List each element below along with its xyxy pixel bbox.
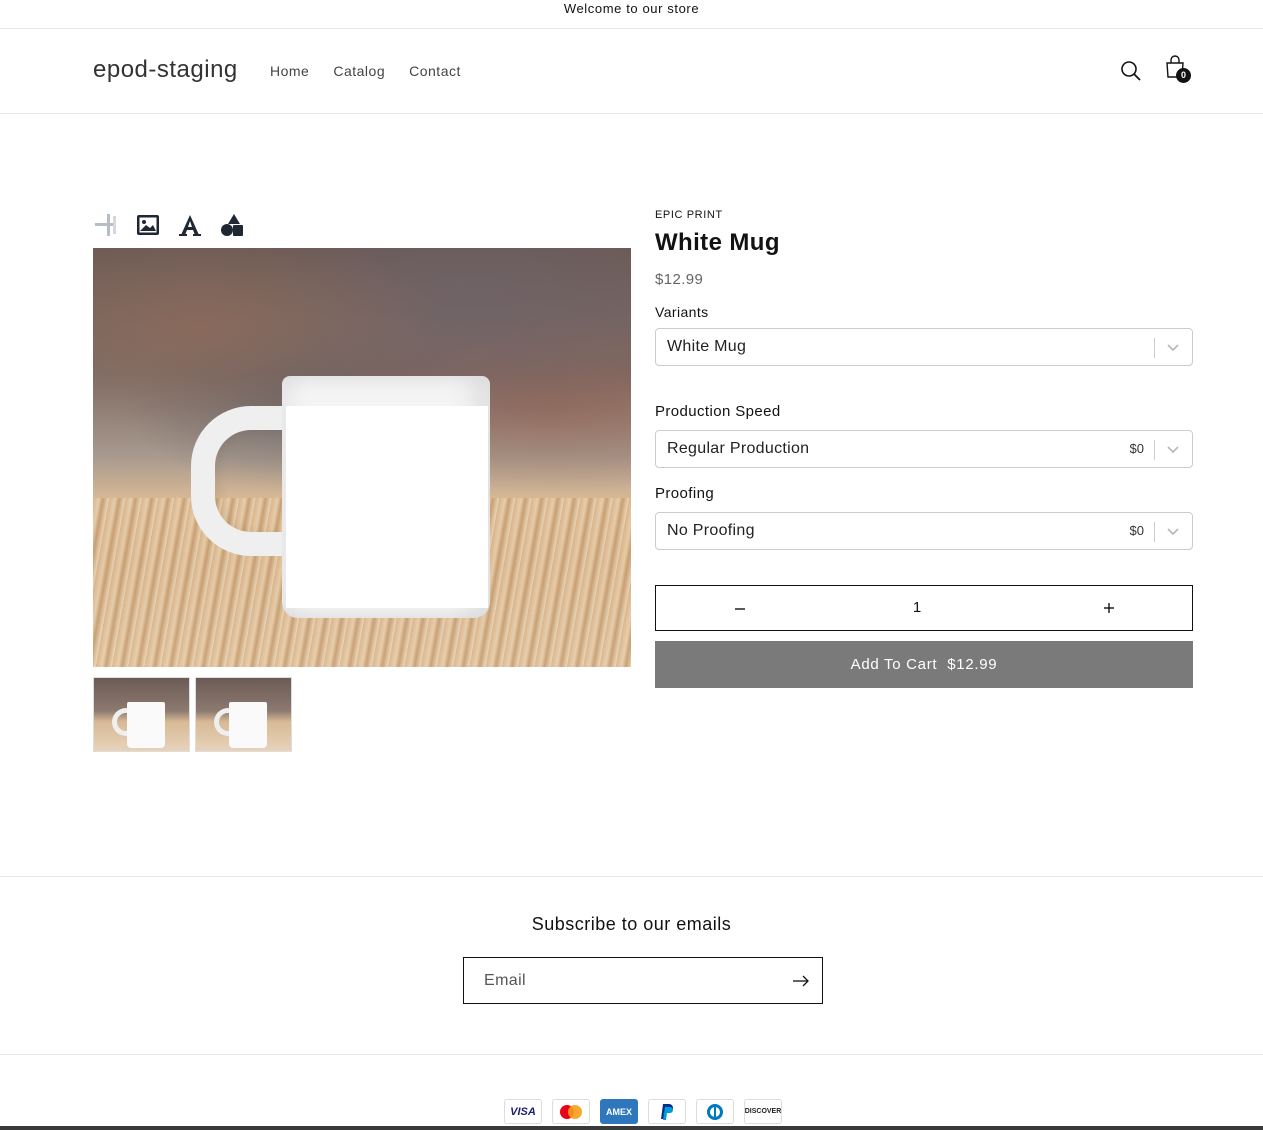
- store-logo[interactable]: epod-staging: [93, 56, 238, 84]
- nav-home[interactable]: Home: [270, 63, 309, 79]
- main-nav: Home Catalog Contact: [270, 63, 461, 79]
- production-speed-select[interactable]: Regular Production $0: [655, 430, 1193, 468]
- product-main-image[interactable]: [93, 248, 631, 667]
- site-header: epod-staging Home Catalog Contact 0: [0, 29, 1263, 114]
- quantity-stepper: 1: [655, 585, 1193, 631]
- quantity-decrease-button[interactable]: [730, 600, 750, 618]
- announcement-text: Welcome to our store: [563, 1, 700, 16]
- discover-icon: DISCOVER: [744, 1099, 782, 1124]
- nav-catalog[interactable]: Catalog: [333, 63, 385, 79]
- email-form: [463, 957, 823, 1004]
- production-speed-label: Production Speed: [655, 403, 781, 420]
- mug-print-area[interactable]: [286, 406, 488, 608]
- mastercard-icon: [552, 1099, 590, 1124]
- email-input[interactable]: [465, 959, 785, 1002]
- add-layout-icon[interactable]: [93, 212, 119, 238]
- text-icon[interactable]: [177, 212, 203, 238]
- proofing-value: No Proofing: [667, 522, 755, 539]
- quantity-increase-button[interactable]: [1099, 599, 1119, 617]
- chevron-down-icon: [1167, 446, 1179, 454]
- add-to-cart-price: $12.99: [947, 656, 998, 673]
- proofing-label: Proofing: [655, 485, 715, 502]
- announcement-bar: Welcome to our store: [0, 0, 1263, 29]
- payment-icons: VISA AMEX DISCOVER: [504, 1099, 782, 1124]
- thumb-mug: [127, 702, 165, 748]
- chevron-down-icon: [1167, 344, 1179, 352]
- image-icon[interactable]: [135, 212, 161, 238]
- thumb-mug: [229, 702, 267, 748]
- select-separator: [1154, 338, 1155, 358]
- proofing-select[interactable]: No Proofing $0: [655, 512, 1193, 550]
- thumbnail-list: [93, 677, 292, 752]
- select-separator: [1154, 440, 1155, 460]
- arrow-right-icon[interactable]: [790, 970, 812, 992]
- add-to-cart-button[interactable]: Add To Cart $12.99: [655, 641, 1193, 688]
- add-to-cart-label: Add To Cart: [850, 656, 938, 673]
- search-icon[interactable]: [1120, 60, 1142, 82]
- production-speed-price: $0: [1129, 441, 1144, 456]
- subscribe-title: Subscribe to our emails: [531, 914, 732, 934]
- proofing-price: $0: [1129, 523, 1144, 538]
- paypal-icon: [648, 1099, 686, 1124]
- footer-divider: [0, 876, 1263, 877]
- chevron-down-icon: [1167, 528, 1179, 536]
- production-speed-value: Regular Production: [667, 440, 810, 457]
- shapes-icon[interactable]: [219, 212, 245, 238]
- diners-club-icon: [696, 1099, 734, 1124]
- plus-icon: [1104, 603, 1114, 613]
- quantity-input[interactable]: 1: [904, 599, 930, 619]
- product-title: White Mug: [655, 229, 780, 256]
- minus-icon: [735, 608, 745, 610]
- visa-icon: VISA: [504, 1099, 542, 1124]
- variants-value: White Mug: [667, 338, 747, 355]
- cart-button[interactable]: 0: [1163, 55, 1193, 85]
- thumbnail-1[interactable]: [93, 677, 190, 752]
- footer-divider-2: [0, 1054, 1263, 1055]
- page-bottom-edge: [0, 1126, 1263, 1130]
- thumbnail-2[interactable]: [195, 677, 292, 752]
- variants-label: Variants: [655, 304, 709, 320]
- product-price: $12.99: [655, 271, 704, 288]
- design-toolbar: [93, 212, 245, 238]
- product-vendor: EPIC PRINT: [655, 209, 723, 221]
- select-separator: [1154, 522, 1155, 542]
- cart-count-badge: 0: [1176, 68, 1191, 83]
- nav-contact[interactable]: Contact: [409, 63, 461, 79]
- variants-select[interactable]: White Mug: [655, 328, 1193, 366]
- amex-icon: AMEX: [600, 1099, 638, 1124]
